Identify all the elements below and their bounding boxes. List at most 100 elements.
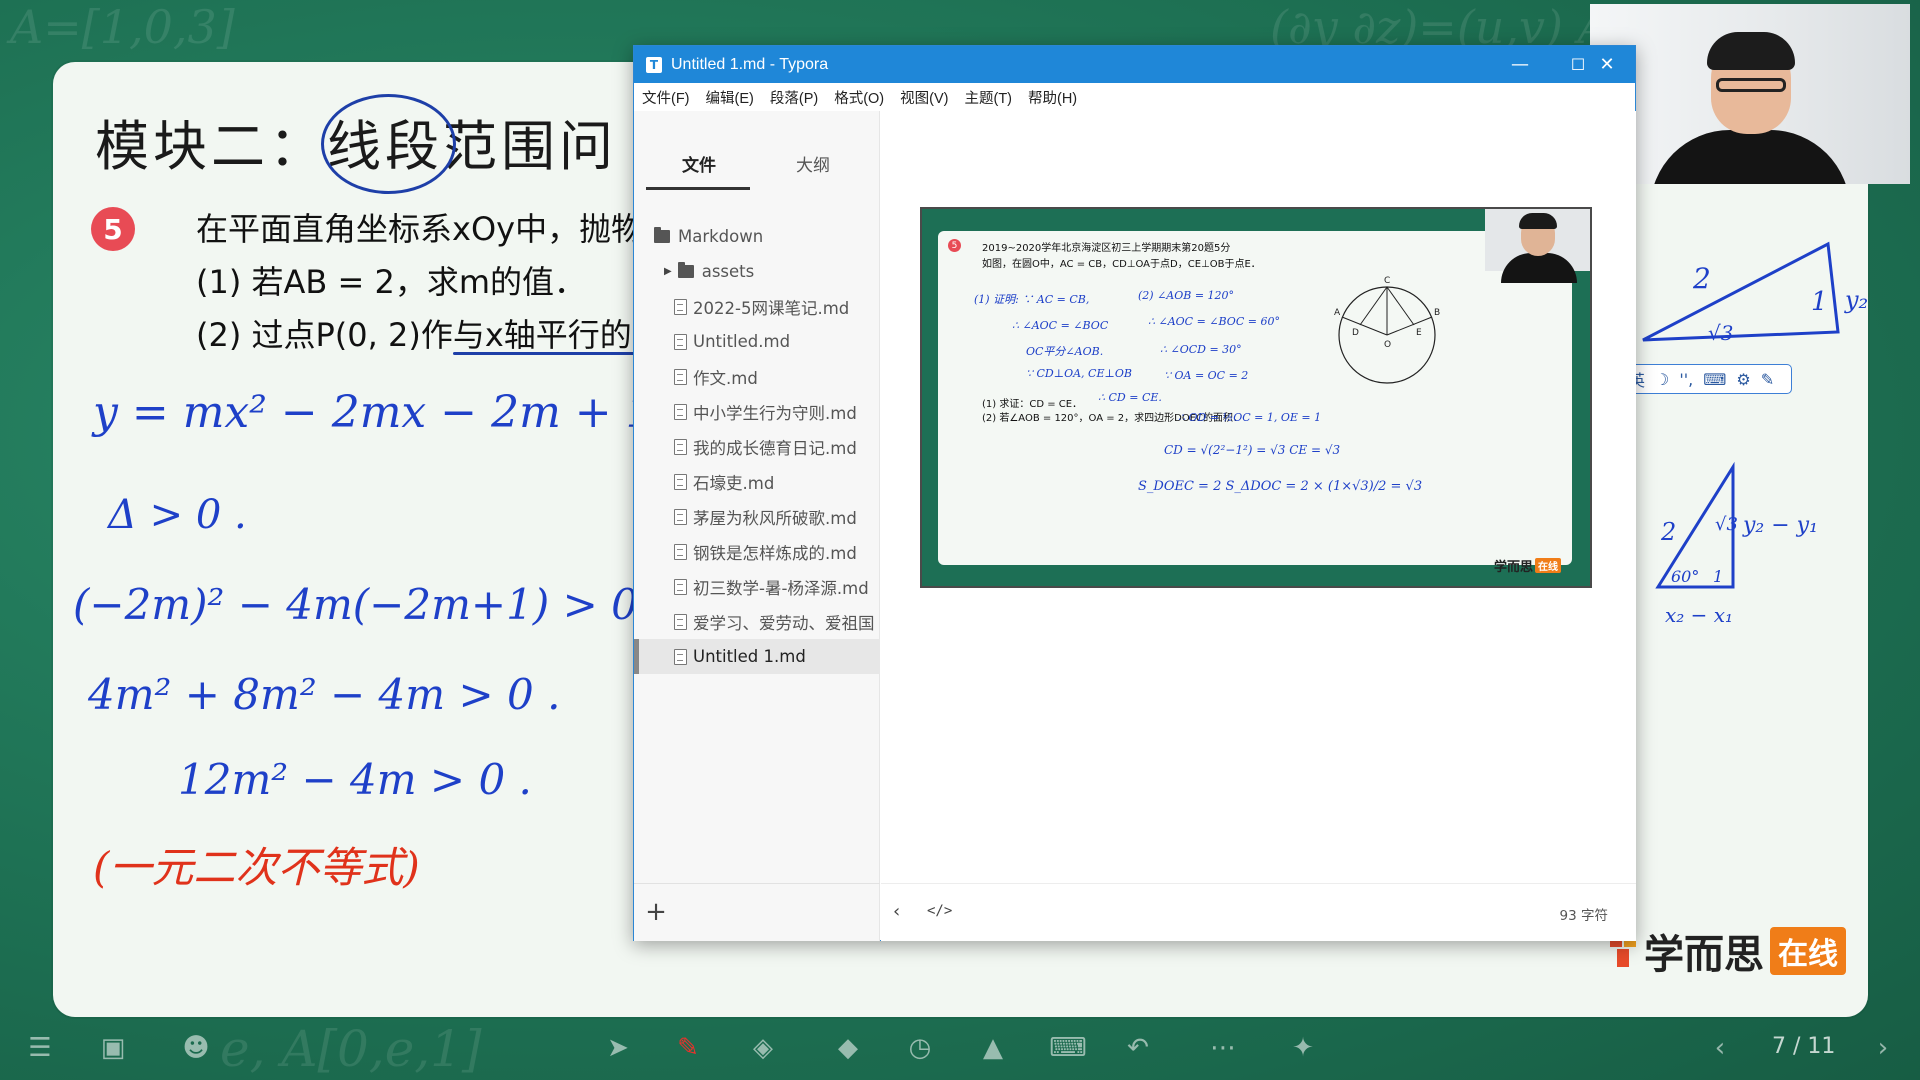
ime-keyboard-icon[interactable]: ⌨ bbox=[1703, 370, 1726, 389]
caret-right-icon[interactable]: ▶ bbox=[664, 266, 672, 277]
handwriting-line: Δ > 0 . bbox=[108, 492, 247, 538]
timer-icon[interactable]: ◷ bbox=[902, 1030, 938, 1066]
tab-files[interactable]: 文件 bbox=[682, 151, 716, 176]
menu-paragraph[interactable]: 段落(P) bbox=[770, 87, 818, 108]
circle-diagram: C A B D E O bbox=[1334, 276, 1440, 384]
file-item[interactable]: 爱学习、爱劳动、爱祖国 bbox=[634, 604, 880, 639]
file-icon bbox=[674, 438, 687, 455]
file-item[interactable]: 初三数学-暑-杨泽源.md bbox=[634, 569, 880, 604]
menu-edit[interactable]: 编辑(E) bbox=[706, 87, 754, 108]
file-item[interactable]: 我的成长德育日记.md bbox=[634, 429, 880, 464]
file-item[interactable]: 石壕吏.md bbox=[634, 464, 880, 499]
pasted-screenshot-image[interactable]: 5 2019~2020学年北京海淀区初三上学期期末第20题5分 如图，在圆O中，… bbox=[920, 207, 1592, 588]
file-label: Untitled.md bbox=[693, 332, 791, 351]
ime-settings-icon[interactable]: ⚙ bbox=[1736, 370, 1750, 389]
teacher-hair bbox=[1707, 32, 1795, 70]
embedded-handwriting: ∵ OA = OC = 2 bbox=[1164, 369, 1249, 382]
source-code-toggle[interactable]: </> bbox=[927, 903, 952, 919]
triangle-label: 2 bbox=[1660, 518, 1676, 546]
chevron-left-icon[interactable]: ‹ bbox=[893, 901, 900, 922]
ime-punctuation-icon[interactable]: '', bbox=[1679, 370, 1693, 389]
embedded-handwriting: (1) 证明: ∵ AC = CB, bbox=[974, 293, 1090, 306]
undo-icon[interactable]: ↶ bbox=[1120, 1030, 1156, 1066]
add-file-button[interactable]: + bbox=[642, 897, 670, 927]
geometry-icon[interactable]: ▲ bbox=[975, 1030, 1011, 1066]
triangle-label: x₂ − x₁ bbox=[1665, 603, 1733, 627]
file-icon bbox=[674, 543, 687, 560]
settings-icon[interactable]: ✦ bbox=[1285, 1030, 1321, 1066]
typora-app-icon: T bbox=[646, 56, 662, 73]
tab-outline[interactable]: 大纲 bbox=[796, 151, 830, 176]
next-page-icon[interactable]: › bbox=[1865, 1030, 1901, 1066]
file-icon bbox=[674, 578, 687, 595]
triangle-label: 1 bbox=[1811, 287, 1828, 317]
file-item[interactable]: 钢铁是怎样炼成的.md bbox=[634, 534, 880, 569]
file-item[interactable]: 茅屋为秋风所破歌.md bbox=[634, 499, 880, 534]
file-item-active[interactable]: Untitled 1.md bbox=[634, 639, 880, 674]
word-count[interactable]: 93 字符 bbox=[1560, 904, 1608, 924]
embedded-question-1: (1) 求证：CD = CE． bbox=[982, 399, 1083, 410]
brand-badge: 在线 bbox=[1770, 927, 1846, 975]
point-label: E bbox=[1416, 328, 1422, 338]
keyboard-icon[interactable]: ⌨ bbox=[1049, 1030, 1087, 1066]
pointer-icon[interactable]: ➤ bbox=[600, 1030, 636, 1066]
file-icon bbox=[674, 473, 687, 490]
title-bar[interactable]: T Untitled 1.md - Typora — ☐ ✕ bbox=[634, 46, 1635, 83]
status-bar: ‹ </> 93 字符 bbox=[881, 883, 1636, 941]
embedded-teacher-hair bbox=[1519, 213, 1557, 229]
title-annotation-circle bbox=[321, 94, 456, 194]
eraser-icon[interactable]: ◈ bbox=[745, 1030, 781, 1066]
file-item[interactable]: 作文.md bbox=[634, 359, 880, 394]
file-item[interactable]: Untitled.md bbox=[634, 324, 880, 359]
folder-markdown[interactable]: Markdown bbox=[634, 219, 880, 254]
embedded-handwriting: ∴ ∠OCD = 30° bbox=[1160, 343, 1242, 356]
file-item[interactable]: 2022-5网课笔记.md bbox=[634, 289, 880, 324]
pen-icon[interactable]: ✎ bbox=[670, 1030, 706, 1066]
menu-help[interactable]: 帮助(H) bbox=[1028, 87, 1077, 108]
window-title: Untitled 1.md - Typora bbox=[671, 55, 829, 73]
embedded-handwriting: ∴ CD = CE. bbox=[1098, 391, 1162, 404]
ime-tool-icon[interactable]: ✎ bbox=[1761, 370, 1774, 389]
problem-part-2: (2) 过点P(0, 2)作与x轴平行的直 bbox=[196, 316, 664, 354]
embedded-problem-text: 如图，在圆O中，AC = CB，CD⊥OA于点D，CE⊥OB于点E． bbox=[982, 259, 1261, 270]
menu-file[interactable]: 文件(F) bbox=[642, 87, 690, 108]
embedded-handwriting: ∴ ∠AOC = ∠BOC bbox=[1012, 319, 1109, 332]
minimize-button[interactable]: — bbox=[1491, 46, 1549, 83]
menu-icon[interactable]: ☰ bbox=[22, 1030, 58, 1066]
shapes-icon[interactable]: ◆ bbox=[830, 1030, 866, 1066]
folder-icon bbox=[654, 227, 670, 243]
embedded-handwriting: S_DOEC = 2 S_ΔDOC = 2 × (1×√3)/2 = √3 bbox=[1138, 479, 1423, 494]
handwriting-line: 12m² − 4m > 0 . bbox=[178, 755, 532, 804]
file-icon bbox=[674, 613, 687, 630]
problem-number-badge: 5 bbox=[91, 207, 135, 251]
file-label: 石壕吏.md bbox=[693, 473, 775, 493]
image-icon[interactable]: ▣ bbox=[95, 1030, 131, 1066]
editor-area[interactable]: 5 2019~2020学年北京海淀区初三上学期期末第20题5分 如图，在圆O中，… bbox=[881, 111, 1636, 941]
embedded-teacher-body bbox=[1501, 253, 1577, 283]
problem-part-1: (1) 若AB = 2，求m的值． bbox=[196, 263, 587, 301]
menu-theme[interactable]: 主题(T) bbox=[964, 87, 1012, 108]
file-icon bbox=[674, 508, 687, 525]
avatar-icon[interactable]: ☻ bbox=[178, 1030, 214, 1066]
folder-label: Markdown bbox=[678, 227, 764, 246]
more-icon[interactable]: ⋯ bbox=[1205, 1030, 1241, 1066]
file-icon bbox=[674, 368, 687, 385]
file-label: 初三数学-暑-杨泽源.md bbox=[693, 578, 869, 598]
folder-icon bbox=[677, 262, 694, 278]
handwriting-note: (一元二次不等式) bbox=[93, 843, 420, 892]
handwriting-line: (−2m)² − 4m(−2m+1) > 0 . bbox=[73, 580, 665, 629]
embedded-slide: 5 2019~2020学年北京海淀区初三上学期期末第20题5分 如图，在圆O中，… bbox=[938, 231, 1572, 575]
typora-window[interactable]: T Untitled 1.md - Typora — ☐ ✕ 文件(F) 编辑(… bbox=[633, 45, 1636, 941]
menu-format[interactable]: 格式(O) bbox=[834, 87, 884, 108]
point-label: A bbox=[1334, 308, 1341, 318]
bottom-toolbar bbox=[0, 1020, 1920, 1080]
file-label: 爱学习、爱劳动、爱祖国 bbox=[693, 613, 875, 633]
prev-page-icon[interactable]: ‹ bbox=[1702, 1030, 1738, 1066]
handwriting-line: y = mx² − 2mx − 2m + 1 bbox=[93, 387, 654, 438]
menu-view[interactable]: 视图(V) bbox=[900, 87, 948, 108]
close-button[interactable]: ✕ bbox=[1578, 46, 1636, 83]
folder-assets[interactable]: ▶ assets bbox=[634, 254, 880, 289]
file-label: 中小学生行为守则.md bbox=[693, 403, 857, 423]
ime-moon-icon[interactable]: ☽ bbox=[1655, 370, 1669, 389]
file-item[interactable]: 中小学生行为守则.md bbox=[634, 394, 880, 429]
